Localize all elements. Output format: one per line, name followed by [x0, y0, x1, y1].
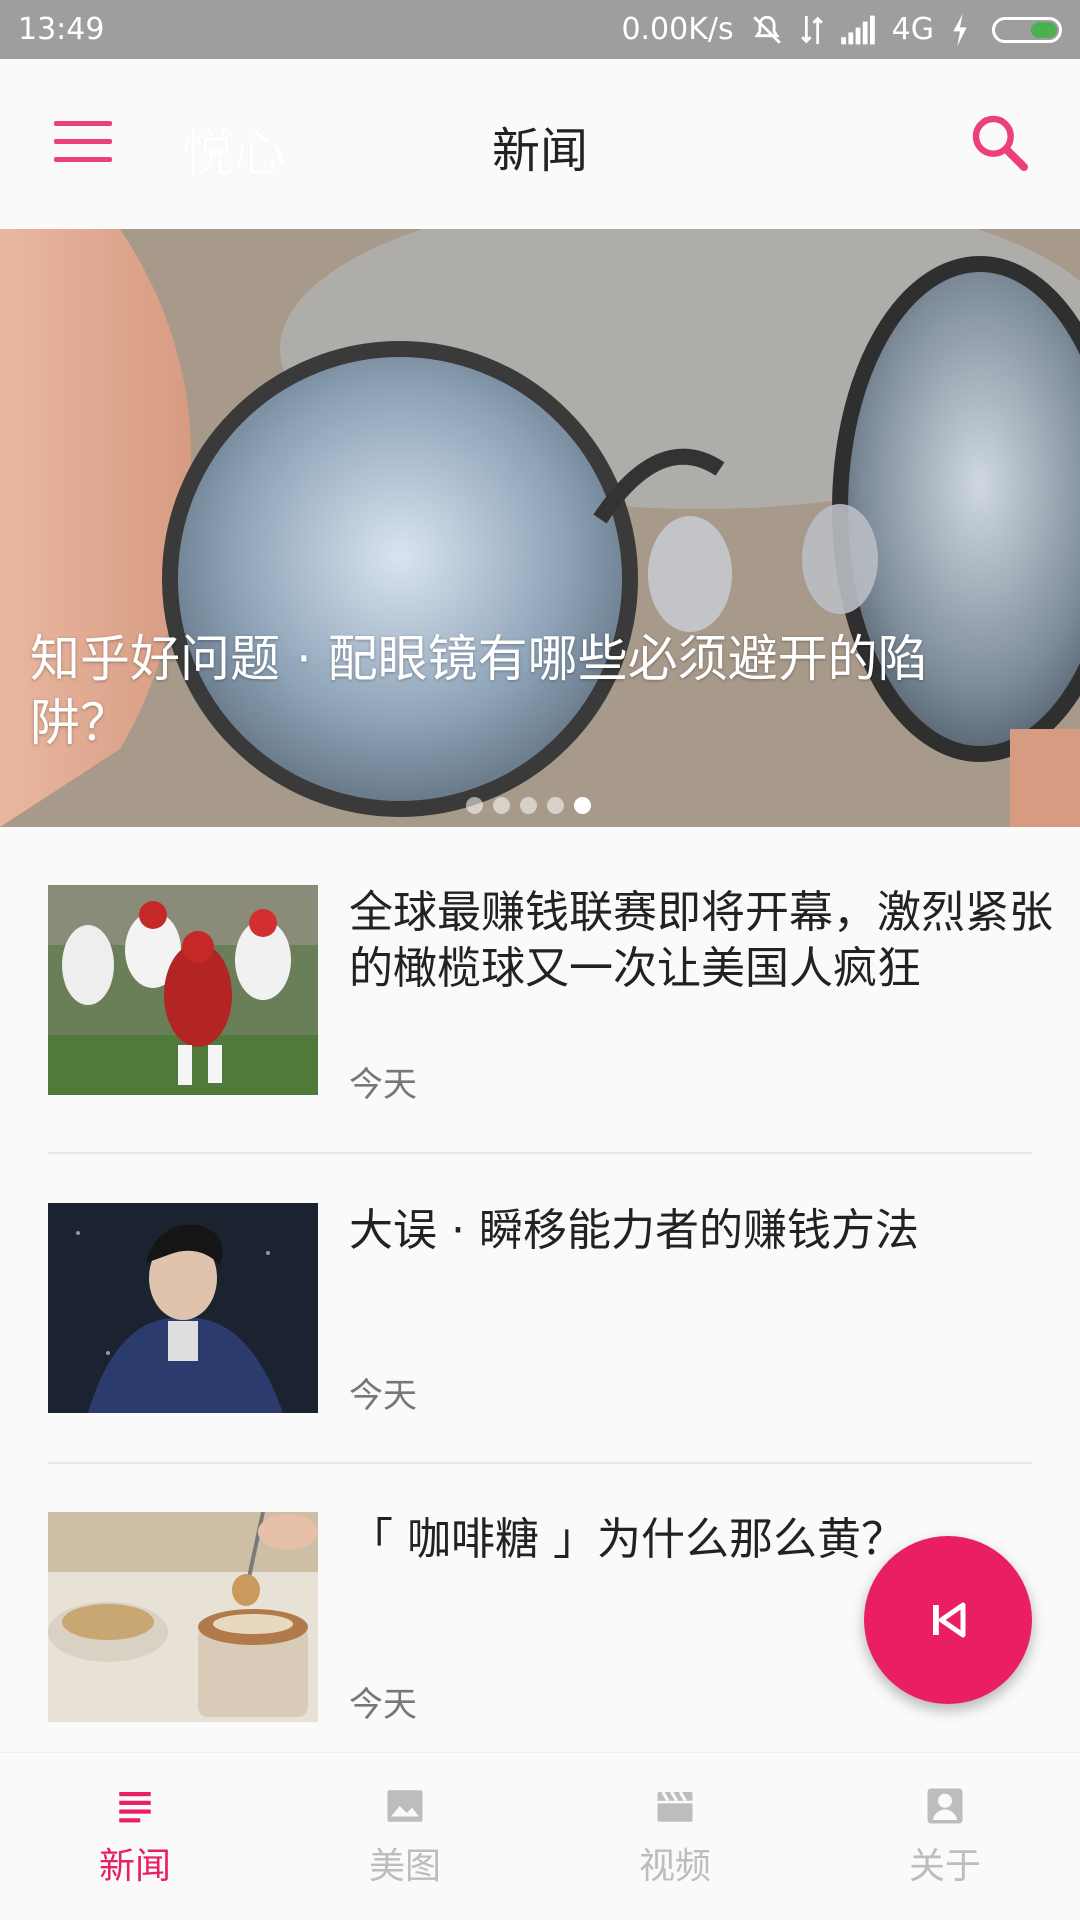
- banner-dot[interactable]: [520, 797, 537, 814]
- tab-gallery[interactable]: 美图: [270, 1753, 540, 1920]
- banner-dot-active[interactable]: [574, 797, 591, 814]
- tab-label: 美图: [368, 1845, 441, 1887]
- news-item[interactable]: 大误 · 瞬移能力者的赚钱方法 今天: [48, 1203, 1032, 1416]
- list-divider: [48, 1152, 1032, 1154]
- data-arrows-icon: [800, 15, 823, 44]
- phone-screen: 13:49 0.00K/s 4G 悦心 新闻 知乎好问题 · 配眼镜有哪些必须避…: [0, 0, 1080, 1920]
- network-speed: 0.00K/s: [621, 12, 734, 47]
- news-date: 今天: [349, 1685, 417, 1725]
- tab-label: 视频: [638, 1845, 711, 1887]
- news-date: 今天: [349, 1065, 417, 1105]
- tab-news[interactable]: 新闻: [0, 1753, 270, 1920]
- page-title: 新闻: [491, 123, 588, 179]
- list-divider: [48, 1462, 1032, 1464]
- search-icon[interactable]: [968, 111, 1032, 175]
- banner-dot[interactable]: [547, 797, 564, 814]
- signal-icon: [840, 15, 875, 44]
- status-bar: 13:49 0.00K/s 4G: [0, 0, 1080, 59]
- news-list-icon: [119, 1791, 151, 1822]
- coffee-sugar-image: [48, 1512, 318, 1722]
- tab-about[interactable]: 关于: [810, 1753, 1080, 1920]
- tab-label: 新闻: [98, 1845, 171, 1887]
- battery-icon: [992, 16, 1062, 43]
- tab-label: 关于: [908, 1845, 981, 1887]
- banner-dot[interactable]: [493, 797, 510, 814]
- football-image: [48, 885, 318, 1095]
- banner-caption: 知乎好问题 · 配眼镜有哪些必须避开的陷阱？: [30, 630, 928, 752]
- network-type: 4G: [891, 12, 934, 47]
- skip-previous-icon: [933, 1602, 966, 1638]
- news-title: 全球最赚钱联赛即将开幕，激烈紧张的橄榄球又一次让美国人疯狂: [349, 887, 1053, 994]
- news-title: 大误 · 瞬移能力者的赚钱方法: [349, 1205, 919, 1256]
- image-icon: [387, 1789, 423, 1822]
- tab-video[interactable]: 视频: [540, 1753, 810, 1920]
- charging-icon: [953, 13, 967, 46]
- banner-dot[interactable]: [466, 797, 483, 814]
- bottom-navigation: 新闻 美图 视频 关于: [0, 1752, 1080, 1920]
- status-indicators: 0.00K/s 4G: [621, 12, 1062, 47]
- banner-page-indicator: [466, 797, 591, 814]
- news-item[interactable]: 全球最赚钱联赛即将开幕，激烈紧张的橄榄球又一次让美国人疯狂 今天: [48, 885, 1053, 1105]
- skip-previous-button[interactable]: [864, 1536, 1032, 1704]
- video-clapper-icon: [657, 1790, 693, 1822]
- mute-icon: [752, 15, 781, 44]
- status-time: 13:49: [18, 12, 105, 47]
- featured-banner[interactable]: 知乎好问题 · 配眼镜有哪些必须避开的陷阱？: [0, 229, 1080, 827]
- profile-icon: [927, 1788, 963, 1823]
- app-bar: 悦心 新闻: [0, 59, 1080, 229]
- news-date: 今天: [349, 1376, 417, 1416]
- man-portrait-image: [48, 1203, 318, 1413]
